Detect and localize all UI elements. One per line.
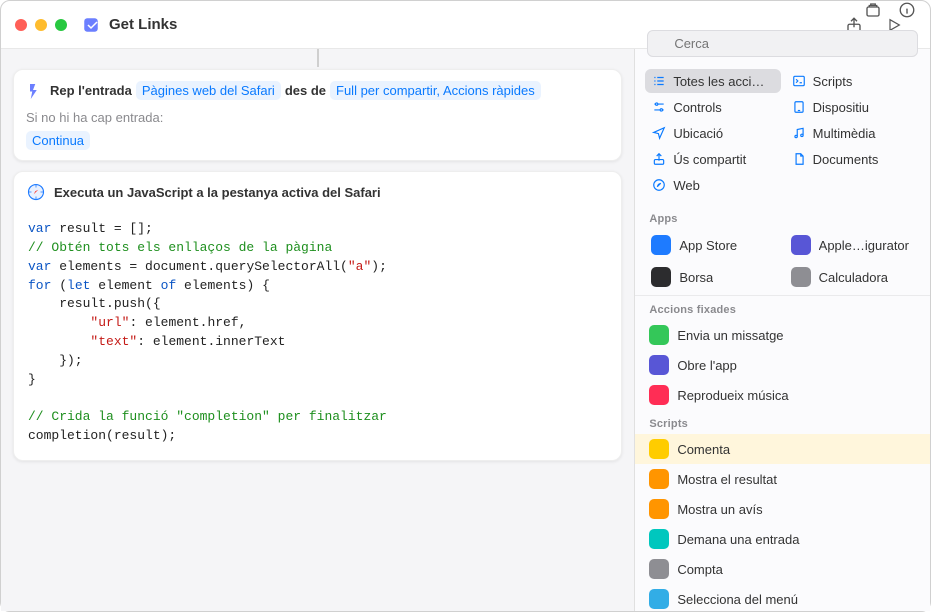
location-icon (651, 125, 667, 141)
action-icon (649, 469, 669, 489)
category-label: Controls (673, 100, 721, 115)
category-label: Totes les acci… (673, 74, 764, 89)
category-terminal[interactable]: Scripts (785, 69, 920, 93)
action-label: Compta (677, 562, 723, 577)
category-document[interactable]: Documents (785, 147, 920, 171)
scripts-header: Scripts (635, 410, 930, 434)
pinned-action-item[interactable]: Envia un missatge (635, 320, 930, 350)
library-icon[interactable] (864, 1, 882, 22)
input-card[interactable]: Rep l'entrada Pàgines web del Safari des… (13, 69, 622, 161)
pinned-header: Accions fixades (635, 296, 930, 320)
action-label: Obre l'app (677, 358, 737, 373)
category-list[interactable]: Totes les acci… (645, 69, 780, 93)
apps-header: Apps (635, 205, 930, 229)
code-editor[interactable]: var result = []; // Obtén tots els enlla… (14, 212, 621, 460)
traffic-lights (15, 19, 67, 31)
workflow-editor: Rep l'entrada Pàgines web del Safari des… (1, 49, 634, 611)
list-icon (651, 73, 667, 89)
action-icon (649, 529, 669, 549)
category-label: Documents (813, 152, 879, 167)
app-label: Calculadora (819, 270, 888, 285)
app-label: Borsa (679, 270, 713, 285)
action-label: Demana una entrada (677, 532, 799, 547)
pinned-action-item[interactable]: Reprodueix música (635, 380, 930, 410)
search-box (647, 30, 918, 57)
action-label: Selecciona del menú (677, 592, 798, 607)
app-item[interactable]: Apple…igurator (785, 231, 920, 259)
action-icon (649, 439, 669, 459)
safari-icon (651, 177, 667, 193)
script-action-item[interactable]: Selecciona del menú (635, 584, 930, 614)
connector-line (317, 49, 319, 67)
action-title: Executa un JavaScript a la pestanya acti… (54, 185, 381, 200)
device-icon (791, 99, 807, 115)
action-icon (649, 559, 669, 579)
share-icon (651, 151, 667, 167)
action-label: Mostra un avís (677, 502, 762, 517)
category-music[interactable]: Multimèdia (785, 121, 920, 145)
category-label: Ubicació (673, 126, 723, 141)
slider-icon (651, 99, 667, 115)
minimize-button[interactable] (35, 19, 47, 31)
action-label: Comenta (677, 442, 730, 457)
app-icon (791, 235, 811, 255)
maximize-button[interactable] (55, 19, 67, 31)
category-location[interactable]: Ubicació (645, 121, 780, 145)
pinned-action-item[interactable]: Obre l'app (635, 350, 930, 380)
category-label: Web (673, 178, 700, 193)
action-icon (649, 385, 669, 405)
app-label: App Store (679, 238, 737, 253)
app-icon (651, 235, 671, 255)
no-input-label: Si no hi ha cap entrada: (14, 104, 621, 129)
category-label: Scripts (813, 74, 853, 89)
from-label: des de (285, 83, 326, 98)
action-label: Mostra el resultat (677, 472, 777, 487)
terminal-icon (791, 73, 807, 89)
music-icon (791, 125, 807, 141)
receives-label: Rep l'entrada (50, 83, 132, 98)
action-label: Reprodueix música (677, 388, 788, 403)
action-icon (649, 499, 669, 519)
app-icon (791, 267, 811, 287)
javascript-action-card[interactable]: Executa un JavaScript a la pestanya acti… (13, 171, 622, 461)
document-icon (791, 151, 807, 167)
category-label: Multimèdia (813, 126, 876, 141)
script-action-item[interactable]: Compta (635, 554, 930, 584)
category-label: Dispositiu (813, 100, 869, 115)
category-slider[interactable]: Controls (645, 95, 780, 119)
script-action-item[interactable]: Mostra un avís (635, 494, 930, 524)
category-device[interactable]: Dispositiu (785, 95, 920, 119)
info-icon[interactable] (898, 1, 916, 22)
app-label: Apple…igurator (819, 238, 909, 253)
script-action-item[interactable]: Mostra el resultat (635, 464, 930, 494)
app-item[interactable]: Calculadora (785, 263, 920, 291)
script-action-item[interactable]: Comenta (635, 434, 930, 464)
safari-icon (26, 182, 46, 202)
actions-sidebar: Totes les acci… Scripts Controls Dispositiu… (634, 49, 930, 611)
category-label: Ús compartit (673, 152, 746, 167)
shortcut-icon (81, 15, 101, 35)
shortcuts-icon (26, 80, 46, 100)
category-share[interactable]: Ús compartit (645, 147, 780, 171)
app-icon (651, 267, 671, 287)
action-icon (649, 325, 669, 345)
action-icon (649, 355, 669, 375)
action-label: Envia un missatge (677, 328, 783, 343)
continue-chip[interactable]: Continua (26, 131, 90, 150)
app-item[interactable]: App Store (645, 231, 780, 259)
input-destinations-chip[interactable]: Full per compartir, Accions ràpides (330, 81, 541, 100)
close-button[interactable] (15, 19, 27, 31)
input-source-chip[interactable]: Pàgines web del Safari (136, 81, 281, 100)
script-action-item[interactable]: Demana una entrada (635, 524, 930, 554)
search-input[interactable] (647, 30, 918, 57)
app-item[interactable]: Borsa (645, 263, 780, 291)
category-safari[interactable]: Web (645, 173, 780, 197)
action-icon (649, 589, 669, 609)
